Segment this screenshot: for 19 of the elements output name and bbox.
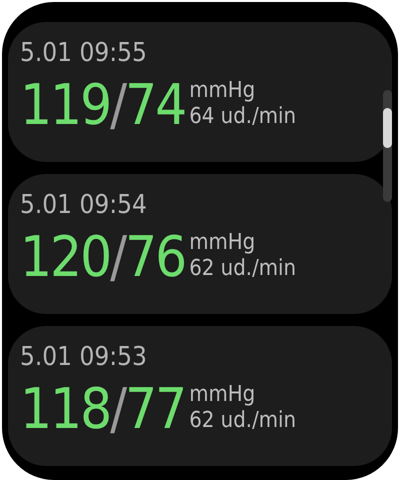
- scrollbar[interactable]: [383, 90, 392, 202]
- pulse-rate: 62 ud./min: [189, 408, 296, 434]
- systolic-value: 118: [20, 380, 110, 440]
- systolic-value: 119: [20, 76, 110, 136]
- reading-time: 5.01 09:53: [20, 341, 147, 374]
- pressure-unit: mmHg: [189, 78, 256, 104]
- pulse-rate: 62 ud./min: [189, 256, 296, 282]
- diastolic-value: 76: [125, 228, 186, 288]
- reading-time: 5.01 09:55: [20, 37, 147, 70]
- pressure-unit: mmHg: [189, 230, 256, 256]
- diastolic-value: 74: [125, 76, 186, 136]
- separator-slash: /: [110, 76, 126, 136]
- separator-slash: /: [110, 228, 126, 288]
- diastolic-value: 77: [125, 380, 186, 440]
- pulse-rate: 64 ud./min: [189, 104, 296, 130]
- separator-slash: /: [110, 380, 126, 440]
- systolic-value: 120: [20, 228, 110, 288]
- reading-time: 5.01 09:54: [20, 189, 147, 222]
- pressure-unit: mmHg: [189, 382, 256, 408]
